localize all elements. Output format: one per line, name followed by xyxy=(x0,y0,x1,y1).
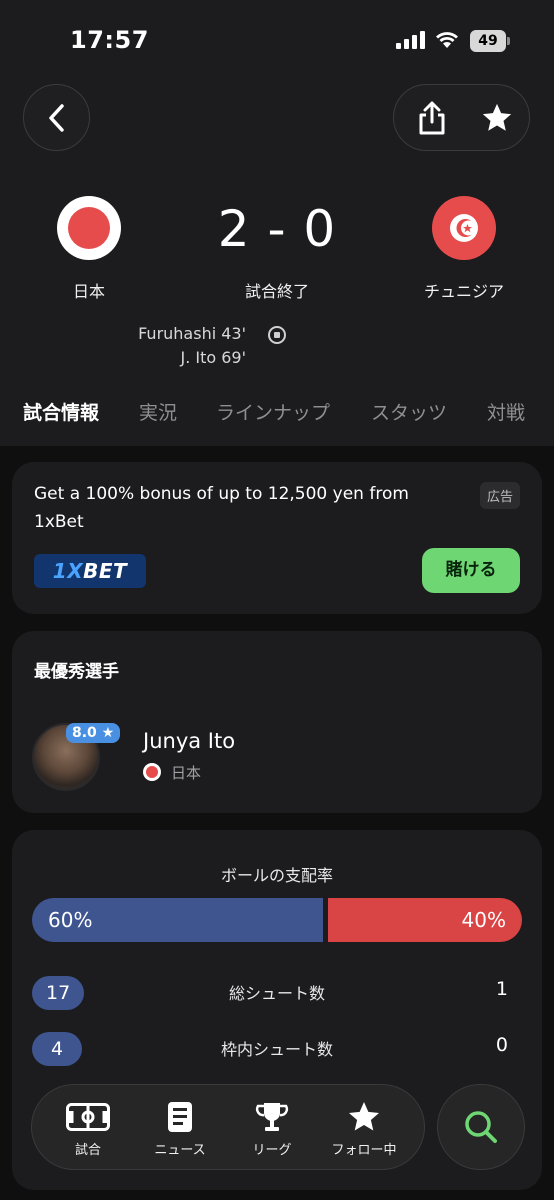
possession-bar: 60% 40% xyxy=(32,898,522,942)
nav-label: フォロー中 xyxy=(331,1143,397,1158)
stat-away-value: 1 xyxy=(495,978,508,1000)
ad-card: Get a 100% bonus of up to 12,500 yen fro… xyxy=(12,462,542,614)
away-team-name[interactable]: チュニジア xyxy=(384,278,544,302)
news-icon xyxy=(157,1099,203,1135)
stat-row-shots-on-target: 枠内シュート数 4 0 xyxy=(32,1032,522,1066)
nav-label: ニュース xyxy=(154,1143,206,1158)
stat-label: 総シュート数 xyxy=(228,984,325,1003)
trophy-icon xyxy=(249,1099,295,1135)
search-icon xyxy=(465,1111,497,1143)
player-of-the-match-card[interactable]: 最優秀選手 8.0 ★ Junya Ito 日本 xyxy=(12,631,542,813)
tab-commentary[interactable]: 実況 xyxy=(139,398,177,425)
ad-text[interactable]: Get a 100% bonus of up to 12,500 yen fro… xyxy=(34,480,454,536)
search-button[interactable] xyxy=(437,1084,525,1170)
home-team-name[interactable]: 日本 xyxy=(9,278,169,302)
favorite-button[interactable] xyxy=(476,97,518,139)
bet-button[interactable]: 賭ける xyxy=(422,548,520,593)
wifi-icon xyxy=(434,28,460,50)
stat-label: 枠内シュート数 xyxy=(220,1040,333,1059)
star-icon xyxy=(482,103,512,131)
match-status: 試合終了 xyxy=(244,282,309,301)
tab-lineup[interactable]: ラインナップ xyxy=(216,398,330,425)
status-time: 17:57 xyxy=(70,26,149,54)
player-team: 日本 xyxy=(171,764,202,782)
stat-row-total-shots: 総シュート数 17 1 xyxy=(32,976,522,1010)
nav-label: 試合 xyxy=(74,1143,101,1158)
signal-icon xyxy=(396,31,426,49)
player-name[interactable]: Junya Ito xyxy=(143,729,235,753)
possession-away: 40% xyxy=(328,898,522,942)
ad-badge: 広告 xyxy=(479,482,520,509)
stat-home-value: 17 xyxy=(32,976,85,1010)
tab-stats[interactable]: スタッツ xyxy=(371,398,447,425)
away-team-flag[interactable] xyxy=(432,196,496,260)
header-actions xyxy=(393,84,530,151)
bottom-nav: 試合 ニュース リーグ フォロー中 xyxy=(31,1084,425,1170)
nav-label: リーグ xyxy=(252,1143,292,1158)
possession-home: 60% xyxy=(32,898,323,942)
share-icon xyxy=(419,101,445,135)
nav-item-news[interactable]: ニュース xyxy=(134,1085,226,1171)
home-team-flag[interactable] xyxy=(57,196,121,260)
nav-item-matches[interactable]: 試合 xyxy=(42,1085,134,1171)
match-score: 2 - 0 xyxy=(217,200,337,258)
tab-head-to-head[interactable]: 対戦 xyxy=(487,398,525,425)
nav-item-leagues[interactable]: リーグ xyxy=(226,1085,318,1171)
japan-flag-icon xyxy=(143,763,161,781)
share-button[interactable] xyxy=(412,97,452,139)
rating-badge: 8.0 ★ xyxy=(66,723,121,743)
soccer-ball-icon xyxy=(268,326,286,344)
goal-scorer: J. Ito 69' xyxy=(180,348,246,367)
nav-item-following[interactable]: フォロー中 xyxy=(318,1085,410,1171)
possession-title: ボールの支配率 xyxy=(220,866,333,885)
stat-home-value: 4 xyxy=(32,1032,82,1066)
battery-icon: 49 xyxy=(470,30,510,52)
pitch-icon xyxy=(65,1099,111,1135)
star-icon xyxy=(341,1099,387,1135)
chevron-left-icon xyxy=(48,103,64,132)
back-button[interactable] xyxy=(23,84,90,151)
goal-scorer: Furuhashi 43' xyxy=(138,324,246,343)
mvp-heading: 最優秀選手 xyxy=(34,662,119,682)
bookmaker-logo[interactable]: 1XBET xyxy=(34,554,146,588)
stat-away-value: 0 xyxy=(495,1034,508,1056)
tab-match-info[interactable]: 試合情報 xyxy=(23,398,99,425)
